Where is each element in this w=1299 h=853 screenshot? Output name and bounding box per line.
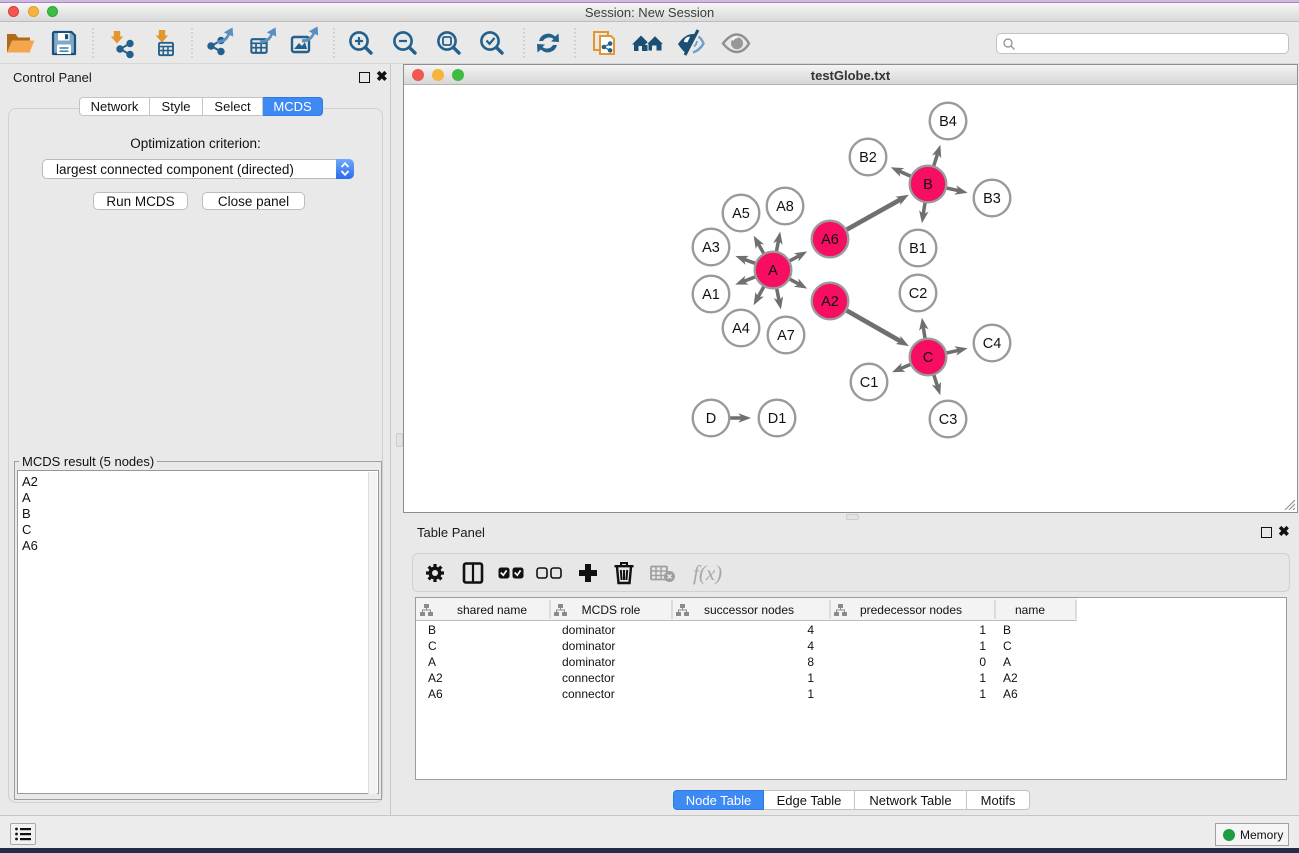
svg-text:f(x): f(x): [693, 561, 722, 585]
svg-text:successor nodes: successor nodes: [704, 603, 794, 617]
svg-text:A7: A7: [777, 328, 795, 344]
svg-text:A3: A3: [702, 240, 720, 256]
svg-text:A4: A4: [732, 321, 750, 337]
svg-text:C3: C3: [939, 412, 958, 428]
svg-text:predecessor nodes: predecessor nodes: [860, 603, 962, 617]
svg-text:name: name: [1015, 603, 1045, 617]
svg-text:D: D: [706, 411, 716, 427]
svg-text:C1: C1: [860, 375, 879, 391]
svg-text:A8: A8: [776, 199, 794, 215]
svg-text:shared name: shared name: [457, 603, 527, 617]
svg-text:B4: B4: [939, 114, 957, 130]
svg-text:B1: B1: [909, 241, 927, 257]
svg-text:MCDS role: MCDS role: [582, 603, 641, 617]
svg-text:C: C: [923, 350, 933, 366]
svg-text:B: B: [923, 177, 933, 193]
svg-text:D1: D1: [768, 411, 787, 427]
svg-text:C4: C4: [983, 336, 1002, 352]
svg-text:C2: C2: [909, 286, 928, 302]
svg-text:B3: B3: [983, 191, 1001, 207]
svg-text:A2: A2: [821, 294, 839, 310]
svg-text:A: A: [768, 263, 778, 279]
svg-text:A5: A5: [732, 206, 750, 222]
svg-text:B2: B2: [859, 150, 877, 166]
svg-text:A6: A6: [821, 232, 839, 248]
svg-text:A1: A1: [702, 287, 720, 303]
